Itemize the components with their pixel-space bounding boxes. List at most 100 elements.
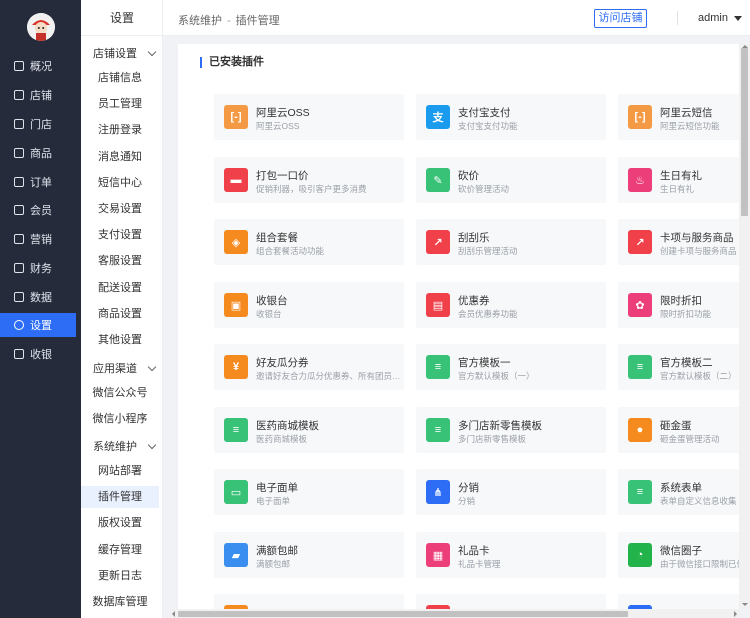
plugin-card[interactable]: ▰ 满额包邮 满额包邮 [214, 532, 404, 578]
nav-item-label: 订单 [30, 177, 52, 189]
subnav-item[interactable]: 更新日志 [81, 565, 159, 587]
subnav-item[interactable]: 支付设置 [81, 224, 159, 246]
nav-item[interactable]: 营销 [0, 227, 76, 251]
order-icon [14, 177, 24, 187]
chevron-down-icon [147, 47, 157, 56]
plugin-name: 分销 [458, 482, 479, 494]
subnav-item[interactable]: 消息通知 [81, 146, 159, 168]
doc-icon: ≡ [628, 355, 652, 379]
plugin-card[interactable]: [-] 阿里云短信 阿里云短信功能 [618, 94, 739, 140]
plugin-panel: 已安装插件 [-] 阿里云OSS 阿里云OSS 支支付宝支付 支付宝支付功能 [-] 阿里云… [178, 44, 739, 609]
nav-item[interactable]: 订单 [0, 170, 76, 194]
subnav-item[interactable]: 版权设置 [81, 512, 159, 534]
subnav-group-label: 应用渠道 [93, 363, 137, 375]
truck-icon: ▰ [224, 543, 248, 567]
plugin-card[interactable]: [-] 阿里云OSS 阿里云OSS [214, 94, 404, 140]
plugin-card[interactable]: ◔ 微信圈子由于微信接口限制已停止服务 [618, 532, 739, 578]
finance-icon [14, 263, 24, 273]
plugin-name: 限时折扣 [660, 295, 702, 307]
nav-item-label: 收银 [30, 349, 52, 361]
plugin-desc: 官方默认模板（一） [458, 371, 535, 381]
plugin-card[interactable]: ≡ 多门店新零售模板 多门店新零售模板 [416, 407, 606, 453]
plugin-card[interactable]: ● 砸金蛋 砸金蛋管理活动 [618, 407, 739, 453]
plugin-card[interactable]: ✎ 砍价 砍价管理活动 [416, 157, 606, 203]
marketing-icon [14, 234, 24, 244]
scroll-down-icon[interactable] [742, 603, 748, 606]
nav-item-label: 会员 [30, 205, 52, 217]
plugin-card[interactable] [214, 594, 404, 609]
header-divider [677, 11, 678, 25]
plugin-card[interactable]: ≡ 系统表单 表单自定义信息收集 [618, 469, 739, 515]
horizontal-scroll-thumb[interactable] [178, 611, 628, 617]
section-title: 已安装插件 [200, 57, 264, 68]
plugin-card[interactable]: ↗ 刮刮乐 刮刮乐管理活动 [416, 219, 606, 265]
subnav-group-label: 店铺设置 [93, 48, 137, 60]
horizontal-scrollbar[interactable] [170, 609, 739, 618]
plugin-card[interactable]: ≡ 医药商城模板 医药商城模板 [214, 407, 404, 453]
subnav-item[interactable]: 网站部署 [81, 460, 159, 482]
subnav-item[interactable]: 商品设置 [81, 303, 159, 325]
nav-item[interactable]: 收银 [0, 342, 76, 366]
vertical-scrollbar[interactable] [739, 44, 750, 609]
plugin-card[interactable]: ⋔ 分销 分销 [416, 469, 606, 515]
avatar[interactable] [27, 13, 55, 41]
plugin-desc: 满额包邮 [256, 559, 291, 569]
plugin-card[interactable]: ▣ 收银台 收银台 [214, 282, 404, 328]
plugin-card[interactable]: ▭ 电子面单 电子面单 [214, 469, 404, 515]
plugin-name: 阿里云OSS [256, 107, 310, 119]
plugin-name: 打包一口价 [256, 170, 309, 182]
plugin-card[interactable]: ¥ 好友瓜分券邀请好友合力瓜分优惠券、所有团员都有奖励 [214, 344, 404, 390]
plugin-card[interactable]: ◈ 组合套餐 组合套餐活动功能 [214, 219, 404, 265]
subnav-item[interactable]: 配送设置 [81, 277, 159, 299]
plugin-card[interactable]: ↗ 卡项与服务商品 创建卡项与服务商品 [618, 219, 739, 265]
coupon-icon: ▤ [426, 293, 450, 317]
subnav-item[interactable]: 交易设置 [81, 198, 159, 220]
plugin-card[interactable]: ♨ 生日有礼 生日有礼 [618, 157, 739, 203]
nav-item[interactable]: 商品 [0, 141, 76, 165]
nav-item[interactable]: 门店 [0, 112, 76, 136]
subnav-group[interactable]: 系统维护 [93, 438, 159, 454]
monitor-icon [14, 61, 24, 71]
subnav-item[interactable]: 插件管理 [81, 486, 159, 508]
plugin-card[interactable]: 支支付宝支付 支付宝支付功能 [416, 94, 606, 140]
nav-item[interactable]: 财务 [0, 256, 76, 280]
nav-item[interactable]: 概况 [0, 54, 76, 78]
plugin-name: 砸金蛋 [660, 420, 692, 432]
share-icon: ⋔ [426, 480, 450, 504]
main-nav: 概况店铺门店商品订单会员营销财务数据设置收银 [0, 0, 81, 618]
subnav-item[interactable]: 客服设置 [81, 250, 159, 272]
vertical-scroll-thumb[interactable] [741, 48, 748, 216]
plugin-card[interactable]: ≡ 官方模板一 官方默认模板（一） [416, 344, 606, 390]
subnav-item[interactable]: 注册登录 [81, 119, 159, 141]
plugin-card[interactable] [618, 594, 739, 609]
nav-item[interactable]: 数据 [0, 285, 76, 309]
scroll-right-icon[interactable] [734, 611, 737, 617]
nav-item[interactable]: 会员 [0, 198, 76, 222]
breadcrumb-separator: - [227, 15, 231, 27]
subnav-item[interactable]: 员工管理 [81, 93, 159, 115]
subnav-item[interactable]: 缓存管理 [81, 539, 159, 561]
waybill-icon: ▭ [224, 480, 248, 504]
scroll-left-icon[interactable] [172, 611, 175, 617]
plugin-card[interactable]: ✿ 限时折扣 限时折扣功能 [618, 282, 739, 328]
plugin-desc: 多门店新零售模板 [458, 434, 527, 444]
subnav-group[interactable]: 应用渠道 [93, 360, 159, 376]
subnav-item[interactable]: 其他设置 [81, 329, 159, 351]
subnav-item[interactable]: 店铺信息 [81, 67, 159, 89]
plugin-card[interactable]: ≡ 官方模板二 官方默认模板（二） [618, 344, 739, 390]
plugin-card[interactable] [416, 594, 606, 609]
plugin-card[interactable]: ▬ 打包一口价 促销利器，吸引客户更多消费 [214, 157, 404, 203]
nav-item[interactable]: 设置 [0, 313, 76, 337]
subnav-item[interactable]: 微信公众号 [81, 382, 159, 404]
subnav-item[interactable]: 数据库管理 [81, 591, 159, 613]
subnav-item[interactable]: 微信小程序 [81, 408, 159, 430]
plugin-card[interactable]: ▦ 礼品卡 礼品卡管理 [416, 532, 606, 578]
nav-item[interactable]: 店铺 [0, 83, 76, 107]
plugin-name: 砍价 [458, 170, 479, 182]
subnav-group[interactable]: 店铺设置 [93, 45, 159, 61]
plugin-card[interactable]: ▤ 优惠券 会员优惠券功能 [416, 282, 606, 328]
breadcrumb-parent[interactable]: 系统维护 [178, 15, 222, 27]
subnav-item[interactable]: 短信中心 [81, 172, 159, 194]
user-menu[interactable]: admin [698, 12, 742, 24]
visit-store-button[interactable]: 访问店铺 [594, 9, 647, 28]
